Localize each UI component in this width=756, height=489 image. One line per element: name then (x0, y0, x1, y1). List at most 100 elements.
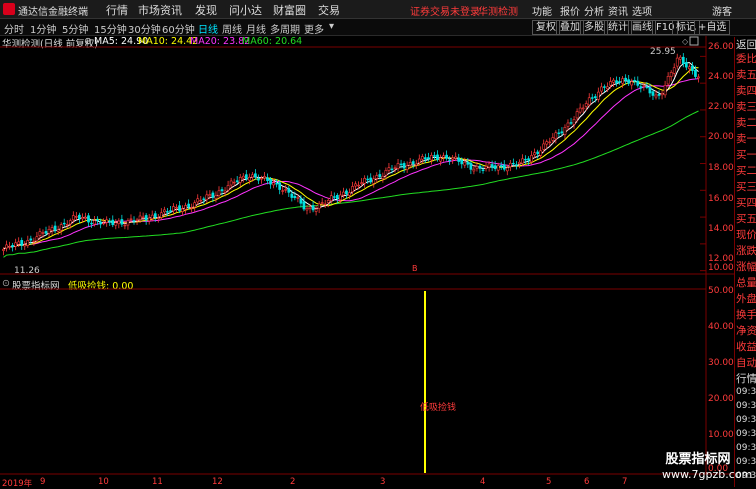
quote-field-weibi: 委比 (736, 53, 756, 65)
x-month-6: 6 (584, 477, 590, 487)
tick-time: 09:30 (736, 443, 756, 453)
candle-body (466, 161, 470, 165)
candle-body (65, 224, 69, 226)
candle-body (335, 194, 339, 199)
y-tick-14: 14.00 (708, 224, 734, 234)
candle-body (405, 165, 409, 170)
quote-field-eps: 收益 (736, 341, 756, 353)
candle-body (257, 178, 260, 181)
candle-body (451, 157, 455, 160)
candle-body (208, 194, 212, 197)
candle-body (357, 184, 360, 187)
candle-body (11, 245, 14, 248)
candle-body (584, 103, 588, 107)
candle-body (669, 72, 673, 77)
candle-body (141, 216, 145, 219)
candle-body (302, 201, 306, 210)
candle-body (348, 192, 351, 196)
x-month-11: 11 (152, 477, 163, 487)
tick-time: 09:30 (736, 429, 756, 439)
candle-body (691, 65, 694, 71)
auto-label[interactable]: 自动 (736, 355, 756, 370)
candle-body (524, 158, 527, 161)
expand-icon[interactable]: ◇ (682, 37, 689, 46)
candle-body (275, 183, 279, 185)
candle-body (505, 167, 509, 172)
ind-tick-30: 30.00 (708, 358, 734, 368)
candle-body (360, 182, 363, 184)
candle-body (93, 220, 96, 225)
candle-body (305, 208, 309, 211)
candle-body (445, 154, 448, 159)
candle-body (630, 81, 634, 86)
candle-body (78, 214, 81, 219)
candle-body (345, 190, 348, 195)
candle-body (590, 97, 594, 99)
candle-body (411, 161, 415, 165)
candle-body (633, 80, 637, 82)
candle-body (675, 57, 679, 67)
candle-body (636, 80, 640, 86)
candle-body (678, 56, 682, 60)
candle-body (654, 94, 658, 98)
candle-body (17, 241, 21, 245)
candle-body (430, 155, 433, 161)
candle-body (181, 208, 184, 212)
chart-area[interactable]: 25.95 11.26 ◇ 低吸捡钱 B (0, 0, 734, 487)
y-tick-16: 16.00 (708, 194, 734, 204)
candle-body (193, 202, 197, 208)
candle-body (563, 127, 567, 135)
quote-field-sell1: 卖一 (736, 133, 756, 145)
candle-body (560, 131, 564, 134)
candle-body (5, 244, 8, 249)
candle-body (545, 141, 549, 145)
y-tick-24: 24.00 (708, 72, 734, 82)
candle-body (272, 182, 275, 186)
x-month-2: 2 (290, 477, 296, 487)
candle-body (575, 111, 579, 119)
candle-body (44, 231, 48, 234)
candle-body (621, 78, 624, 84)
candle-body (384, 170, 388, 176)
candle-body (190, 207, 194, 209)
x-month-3: 3 (380, 477, 386, 487)
candle-body (557, 132, 561, 134)
ind-tick-50: 50.00 (708, 286, 734, 296)
candle-body (68, 220, 72, 225)
y-tick-26: 26.00 (708, 42, 734, 52)
candle-body (326, 200, 330, 203)
candle-body (515, 164, 518, 166)
quote-field-buy5: 买五 (736, 213, 756, 225)
candle-body (308, 206, 312, 210)
tick-time: 09:30 (736, 415, 756, 425)
candle-body (572, 119, 576, 125)
ind-tick-20: 20.00 (708, 394, 734, 404)
candle-body (442, 155, 445, 158)
quote-field-pct: 涨幅 (736, 261, 756, 273)
candle-body (581, 107, 585, 110)
candle-body (651, 91, 655, 96)
return-button[interactable]: 返回 (736, 37, 756, 52)
candle-body (278, 182, 282, 190)
candle-body (117, 220, 121, 224)
candle-body (533, 152, 536, 156)
candle-body (657, 94, 661, 96)
candle-body (390, 168, 394, 171)
candle-body (484, 166, 488, 169)
candle-body (457, 157, 461, 162)
candle-body (642, 85, 646, 87)
panel-toggle-icon[interactable] (689, 36, 699, 46)
candle-body (660, 93, 664, 96)
candle-body (402, 163, 406, 169)
candle-body (20, 240, 24, 246)
candle-body (593, 96, 597, 99)
candle-body (53, 225, 57, 231)
candle-body (472, 168, 476, 172)
quote-field-outer: 外盘 (736, 293, 756, 305)
candle-body (138, 215, 142, 220)
candle-body (606, 86, 609, 90)
candle-body (175, 206, 178, 209)
quote-field-buy3: 买三 (736, 181, 756, 193)
candle-body (172, 206, 175, 212)
candle-body (260, 177, 263, 180)
